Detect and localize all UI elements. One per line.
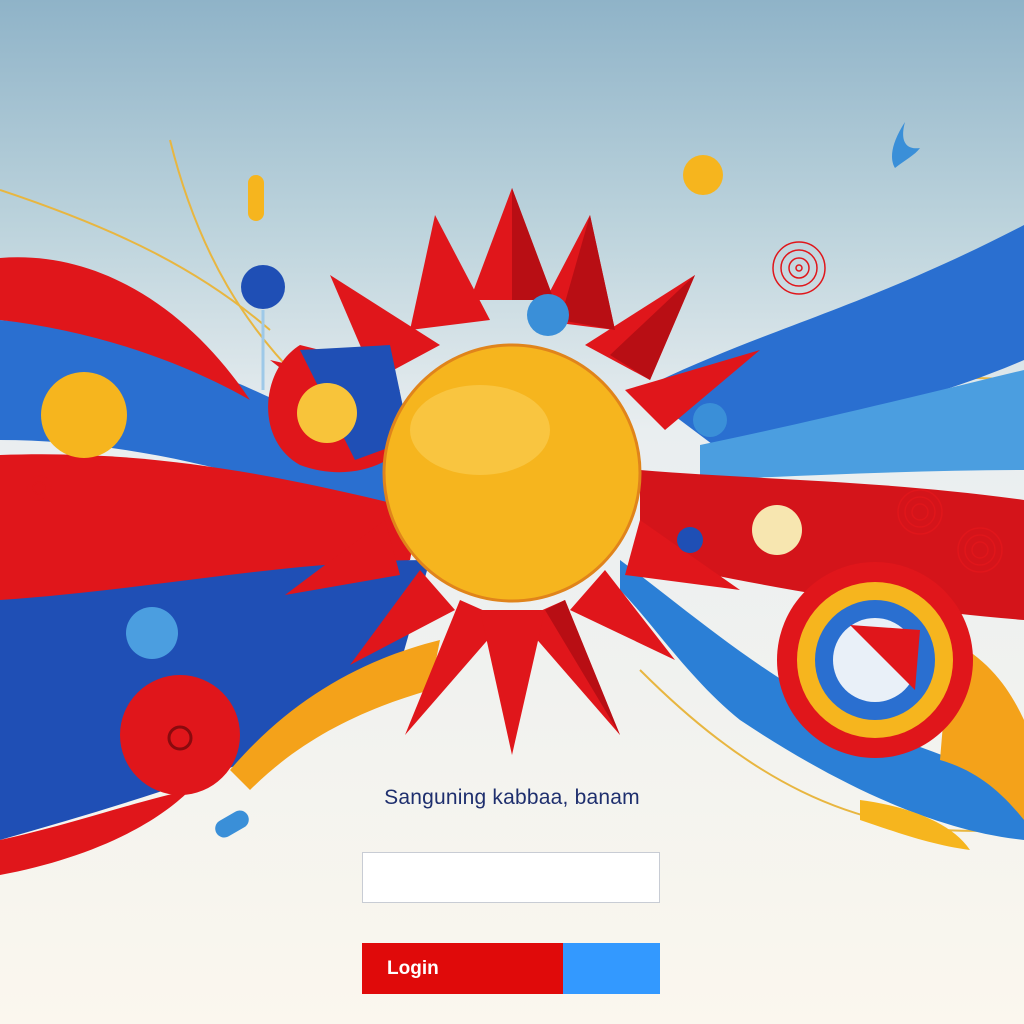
yellow-sphere-small (297, 383, 357, 443)
blue-sphere-top (241, 265, 285, 309)
username-input[interactable] (362, 852, 660, 903)
yellow-sphere (41, 372, 127, 458)
blue-capsule (215, 810, 249, 838)
login-tagline: Sanguning kabbaa, banam (384, 786, 640, 809)
light-blue-sphere-lower (126, 607, 178, 659)
light-blue-sphere (527, 294, 569, 336)
blue-leaf (892, 122, 920, 168)
blue-sphere-small (677, 527, 703, 553)
login-button-accent (563, 943, 660, 994)
red-sphere (120, 675, 240, 795)
sun (382, 343, 642, 603)
sun-highlight (410, 385, 550, 475)
login-button[interactable]: Login (362, 943, 660, 994)
spiral-target (772, 241, 826, 295)
light-blue-sphere-small (693, 403, 727, 437)
yellow-sphere-top (683, 155, 723, 195)
login-button-label: Login (362, 943, 563, 994)
cream-sphere (752, 505, 802, 555)
yellow-capsule (248, 175, 264, 221)
